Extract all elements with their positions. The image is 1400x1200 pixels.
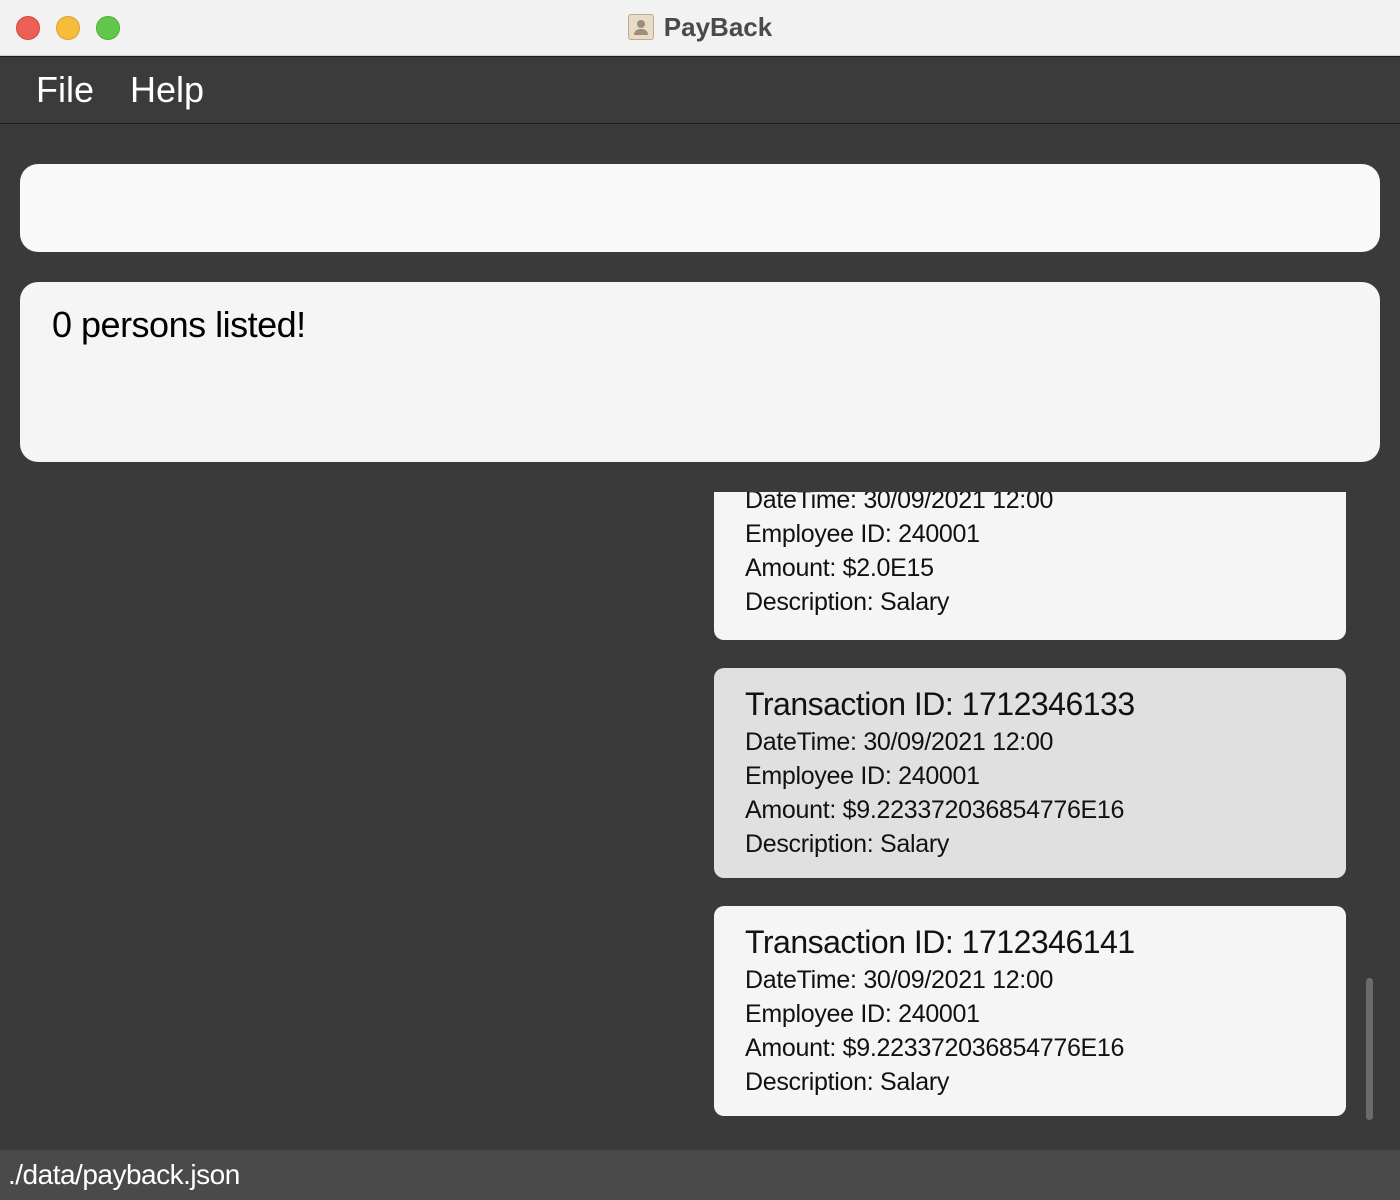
transaction-employee-id: Employee ID: 240001 xyxy=(745,520,980,548)
menu-bar: File Help xyxy=(0,56,1400,124)
transaction-card-selected[interactable]: Transaction ID: 1712346133 DateTime: 30/… xyxy=(714,668,1346,878)
result-display: 0 persons listed! xyxy=(20,282,1380,462)
window-title: PayBack xyxy=(663,11,773,42)
transaction-list[interactable]: DateTime: 30/09/2021 12:00 Employee ID: … xyxy=(0,492,1400,1150)
transaction-amount: Amount: $9.223372036854776E16 xyxy=(745,796,1125,824)
status-bar: ./data/payback.json xyxy=(0,1150,1400,1200)
transaction-id: Transaction ID: 1712346141 xyxy=(745,924,1135,960)
transaction-id: Transaction ID: 1712346133 xyxy=(745,686,1135,722)
transaction-description: Description: Salary xyxy=(745,830,950,858)
transaction-datetime: DateTime: 30/09/2021 12:00 xyxy=(745,966,1054,994)
transaction-amount: Amount: $2.0E15 xyxy=(745,554,934,582)
transaction-employee-id: Employee ID: 240001 xyxy=(745,762,980,790)
list-scrollbar[interactable] xyxy=(1366,978,1373,1120)
save-file-path: ./data/payback.json xyxy=(8,1159,240,1190)
title-bar: PayBack xyxy=(0,0,1400,56)
transaction-employee-id: Employee ID: 240001 xyxy=(745,1000,980,1028)
transaction-datetime: DateTime: 30/09/2021 12:00 xyxy=(745,492,1054,514)
command-input[interactable] xyxy=(50,186,1344,232)
transaction-datetime: DateTime: 30/09/2021 12:00 xyxy=(745,728,1054,756)
window-title-group: PayBack xyxy=(0,10,1400,44)
address-book-icon xyxy=(627,14,654,40)
command-box xyxy=(20,164,1380,252)
transaction-description: Description: Salary xyxy=(745,588,950,616)
transaction-card[interactable]: DateTime: 30/09/2021 12:00 Employee ID: … xyxy=(714,492,1346,640)
transaction-amount: Amount: $9.223372036854776E16 xyxy=(745,1034,1125,1062)
result-message: 0 persons listed! xyxy=(52,304,306,345)
menu-file[interactable]: File xyxy=(36,69,94,111)
transaction-description: Description: Salary xyxy=(745,1068,950,1096)
menu-help[interactable]: Help xyxy=(130,69,204,111)
transaction-card[interactable]: Transaction ID: 1712346141 DateTime: 30/… xyxy=(714,906,1346,1116)
